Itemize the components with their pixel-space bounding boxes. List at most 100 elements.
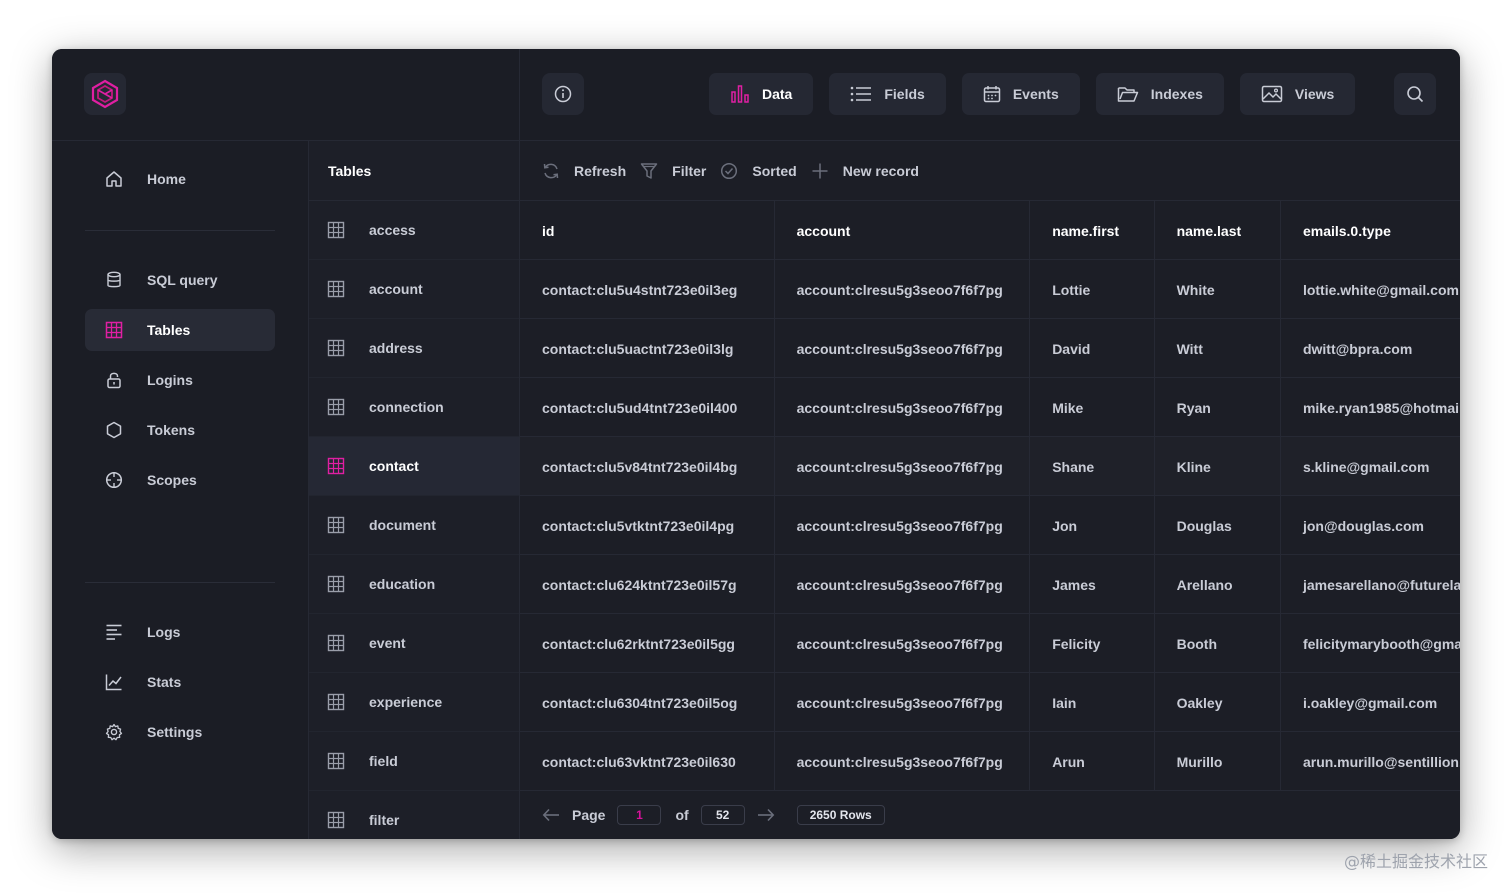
table-grid-icon bbox=[327, 457, 345, 475]
of-label: of bbox=[675, 807, 689, 823]
pagination: Page 1 of 52 2650 Rows bbox=[520, 790, 1460, 839]
page-label: Page bbox=[572, 807, 606, 823]
table-cell: felicitymarybooth@gmail.com bbox=[1302, 635, 1460, 652]
table-cell: Arellano bbox=[1155, 555, 1281, 614]
column-header[interactable]: id bbox=[520, 201, 775, 260]
image-icon bbox=[1261, 85, 1283, 103]
filter-button[interactable]: Filter bbox=[640, 162, 706, 180]
tab-data[interactable]: Data bbox=[709, 73, 814, 115]
sorted-button[interactable]: Sorted bbox=[720, 162, 797, 180]
data-view: Refresh Filter Sorted New record id acco… bbox=[520, 141, 1460, 839]
table-cell: jamesarellano@futurelabs.com bbox=[1302, 576, 1460, 593]
sidebar-item-home[interactable]: Home bbox=[85, 158, 275, 200]
tab-views[interactable]: Views bbox=[1239, 73, 1356, 115]
filter-icon bbox=[640, 162, 658, 180]
sidebar-item-logs[interactable]: Logs bbox=[85, 611, 275, 653]
table-row[interactable]: contact:clu62rktnt723e0il5gg account:clre… bbox=[520, 614, 1460, 673]
search-button[interactable] bbox=[1394, 73, 1436, 115]
top-bar: Data Fields Events Indexes Views bbox=[52, 49, 1460, 141]
search-icon bbox=[1406, 85, 1424, 103]
table-item-label: contact bbox=[369, 458, 419, 474]
table-row[interactable]: contact:clu5u4stnt723e0il3eg account:clre… bbox=[520, 260, 1460, 319]
home-icon bbox=[105, 170, 123, 188]
app-window: Data Fields Events Indexes Views Home SQ… bbox=[52, 49, 1460, 839]
sidebar-item-settings[interactable]: Settings bbox=[85, 711, 275, 753]
table-row[interactable]: contact:clu5ud4tnt723e0il400 account:clre… bbox=[520, 378, 1460, 437]
crosshair-icon bbox=[105, 471, 123, 489]
table-item-field[interactable]: field bbox=[309, 732, 519, 791]
table-cell: contact:clu5v84tnt723e0il4bg bbox=[520, 437, 775, 496]
tab-events[interactable]: Events bbox=[961, 73, 1080, 115]
table-cell: contact:clu624ktnt723e0il57g bbox=[520, 555, 775, 614]
line-chart-icon bbox=[105, 673, 123, 691]
sidebar-item-tables[interactable]: Tables bbox=[85, 309, 275, 351]
sidebar-item-label: Logs bbox=[147, 624, 181, 640]
table-row[interactable]: contact:clu5uactnt723e0il3lg account:clre… bbox=[520, 319, 1460, 378]
table-cell: i.oakley@gmail.com bbox=[1302, 694, 1438, 711]
info-button[interactable] bbox=[542, 73, 584, 115]
column-header[interactable]: name.last bbox=[1155, 201, 1281, 260]
sorted-label: Sorted bbox=[752, 162, 797, 179]
lines-icon bbox=[105, 623, 123, 641]
column-header[interactable]: emails.0.type bbox=[1281, 201, 1460, 260]
table-item-account[interactable]: account bbox=[309, 260, 519, 319]
sidebar-item-label: Tokens bbox=[147, 422, 195, 438]
table-row[interactable]: contact:clu624ktnt723e0il57g account:clre… bbox=[520, 555, 1460, 614]
refresh-label: Refresh bbox=[574, 162, 627, 179]
table-row[interactable]: contact:clu5vtktnt723e0il4pg account:clre… bbox=[520, 496, 1460, 555]
data-toolbar: Refresh Filter Sorted New record bbox=[520, 141, 1460, 201]
table-item-event[interactable]: event bbox=[309, 614, 519, 673]
sidebar-item-label: Settings bbox=[147, 724, 203, 740]
table-cell: jon@douglas.com bbox=[1302, 517, 1424, 534]
column-header[interactable]: name.first bbox=[1030, 201, 1155, 260]
table-item-filter[interactable]: filter bbox=[309, 791, 519, 839]
table-grid-icon bbox=[327, 280, 345, 298]
table-cell: account:clresu5g3seoo7f6f7pg bbox=[775, 614, 1031, 673]
table-item-experience[interactable]: experience bbox=[309, 673, 519, 732]
sidebar-item-label: Logins bbox=[147, 372, 193, 388]
rows-count: 2650 Rows bbox=[796, 805, 885, 825]
table-row[interactable]: contact:clu5v84tnt723e0il4bg account:clre… bbox=[520, 437, 1460, 496]
table-grid-icon bbox=[327, 221, 345, 239]
table-row[interactable]: contact:clu6304tnt723e0il5og account:clre… bbox=[520, 673, 1460, 732]
sidebar-item-sql-query[interactable]: SQL query bbox=[85, 259, 275, 301]
tab-views-label: Views bbox=[1294, 86, 1335, 102]
table-cell: account:clresu5g3seoo7f6f7pg bbox=[775, 260, 1031, 319]
tab-indexes[interactable]: Indexes bbox=[1095, 73, 1224, 115]
table-cell: account:clresu5g3seoo7f6f7pg bbox=[775, 437, 1031, 496]
refresh-button[interactable]: Refresh bbox=[542, 162, 626, 180]
table-row[interactable]: contact:clu63vktnt723e0il630 account:clre… bbox=[520, 732, 1460, 791]
table-cell: contact:clu5u4stnt723e0il3eg bbox=[520, 260, 775, 319]
column-header[interactable]: account bbox=[775, 201, 1031, 260]
table-cell: account:clresu5g3seoo7f6f7pg bbox=[775, 732, 1031, 791]
tab-fields[interactable]: Fields bbox=[829, 73, 946, 115]
table-cell: Iain bbox=[1030, 673, 1155, 732]
tab-indexes-label: Indexes bbox=[1150, 86, 1203, 102]
tab-fields-label: Fields bbox=[884, 86, 925, 102]
surreal-logo-icon[interactable] bbox=[84, 73, 126, 115]
table-item-access[interactable]: access bbox=[309, 201, 519, 260]
table-item-connection[interactable]: connection bbox=[309, 378, 519, 437]
table-item-education[interactable]: education bbox=[309, 555, 519, 614]
table-grid-icon bbox=[327, 398, 345, 416]
arrow-left-icon[interactable] bbox=[542, 808, 560, 822]
table-cell: contact:clu5vtktnt723e0il4pg bbox=[520, 496, 775, 555]
table-item-address[interactable]: address bbox=[309, 319, 519, 378]
view-tabs: Data Fields Events Indexes Views bbox=[709, 73, 1356, 115]
table-cell: David bbox=[1030, 319, 1155, 378]
sidebar-item-logins[interactable]: Logins bbox=[85, 359, 275, 401]
table-item-document[interactable]: document bbox=[309, 496, 519, 555]
table-cell: account:clresu5g3seoo7f6f7pg bbox=[775, 378, 1031, 437]
new-record-button[interactable]: New record bbox=[811, 162, 919, 180]
page-input[interactable]: 1 bbox=[617, 805, 662, 825]
sidebar-item-stats[interactable]: Stats bbox=[85, 661, 275, 703]
sidebar-group-home: Home bbox=[85, 158, 275, 208]
sidebar-divider bbox=[85, 230, 275, 231]
arrow-right-icon[interactable] bbox=[757, 808, 775, 822]
table-item-contact[interactable]: contact bbox=[309, 437, 519, 496]
sidebar-item-scopes[interactable]: Scopes bbox=[85, 459, 275, 501]
table-cell: dwitt@bpra.com bbox=[1302, 340, 1413, 357]
sidebar-item-tokens[interactable]: Tokens bbox=[85, 409, 275, 451]
table-cell: Witt bbox=[1155, 319, 1281, 378]
table-cell: Oakley bbox=[1155, 673, 1281, 732]
